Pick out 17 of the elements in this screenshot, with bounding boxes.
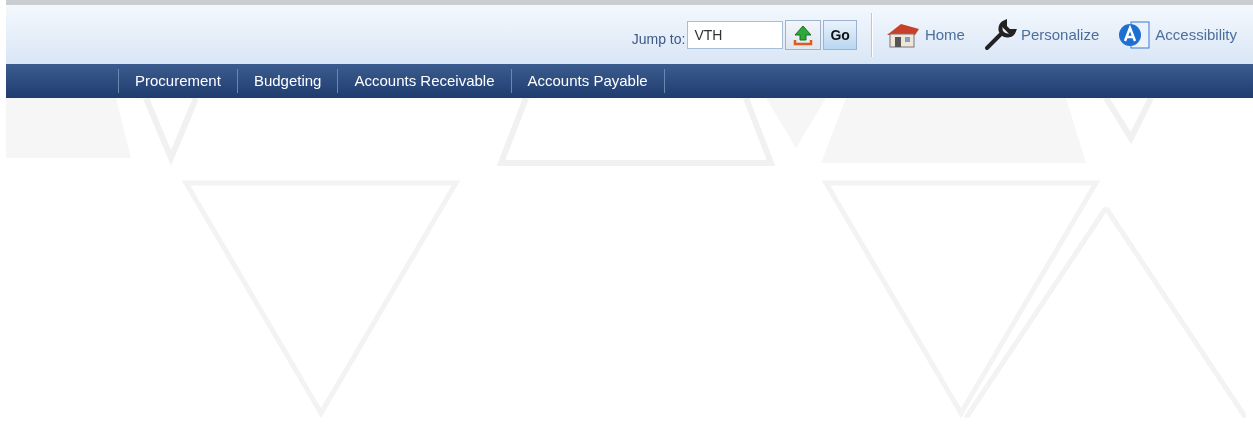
go-button[interactable]: Go (823, 19, 857, 50)
upload-button[interactable] (785, 19, 822, 50)
menu-item[interactable]: Accounts Payable (510, 69, 665, 93)
personalize-link[interactable]: Personalize (982, 18, 1100, 51)
menu-item[interactable]: Accounts Receivable (337, 69, 511, 93)
up-arrow-icon (792, 23, 815, 46)
accessibility-icon (1117, 19, 1152, 50)
home-link[interactable]: Home (884, 20, 965, 49)
link-label: Personalize (1020, 26, 1100, 43)
link-label: Accessibility (1155, 26, 1237, 43)
menu-item[interactable]: Budgeting (236, 69, 338, 93)
jump-label: Jump to: (631, 30, 686, 47)
menu-item[interactable]: Procurement (118, 69, 237, 93)
jump-field[interactable]: VTH (687, 20, 784, 49)
wrench-icon (982, 18, 1017, 51)
link-label: Home (924, 26, 965, 43)
accessibility-link[interactable]: Accessibility (1117, 19, 1237, 50)
